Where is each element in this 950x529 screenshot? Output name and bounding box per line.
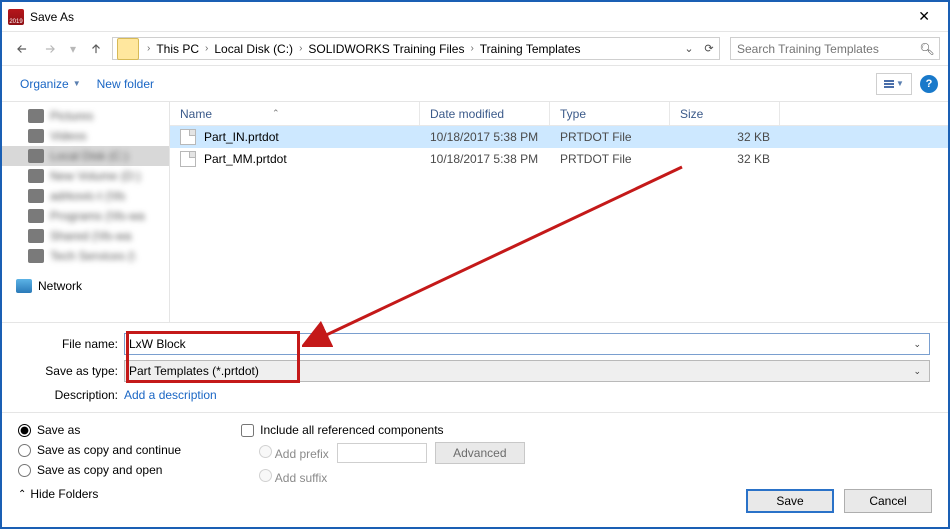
description-label: Description: (12, 388, 124, 402)
file-row[interactable]: Part_MM.prtdot 10/18/2017 5:38 PM PRTDOT… (170, 148, 948, 170)
filename-input[interactable] (129, 337, 909, 351)
include-references-checkbox[interactable]: Include all referenced components (241, 423, 525, 437)
col-name[interactable]: Name⌃ (170, 102, 420, 125)
sort-indicator-icon: ⌃ (272, 108, 280, 119)
file-icon (180, 129, 196, 145)
breadcrumb-seg[interactable]: Training Templates (476, 40, 585, 58)
cancel-button[interactable]: Cancel (844, 489, 932, 513)
search-box[interactable]: 🔍︎ (730, 37, 940, 60)
col-date[interactable]: Date modified (420, 102, 550, 125)
advanced-button: Advanced (435, 442, 525, 464)
navigation-pane: Pictures Videos Local Disk (C:) New Volu… (2, 102, 170, 322)
filename-field[interactable]: ⌄ (124, 333, 930, 355)
sidebar-item[interactable]: Local Disk (C:) (2, 146, 169, 166)
up-button[interactable] (84, 37, 108, 61)
explorer-body: Pictures Videos Local Disk (C:) New Volu… (2, 102, 948, 322)
radio-add-suffix: Add suffix (259, 469, 327, 485)
sidebar-item[interactable]: New Volume (D:) (2, 166, 169, 186)
col-size[interactable]: Size (670, 102, 780, 125)
savetype-value: Part Templates (*.prtdot) (129, 364, 259, 378)
radio-save-copy-open[interactable]: Save as copy and open (18, 463, 181, 477)
file-row[interactable]: Part_IN.prtdot 10/18/2017 5:38 PM PRTDOT… (170, 126, 948, 148)
sidebar-item[interactable]: Programs (\\fs-wa (2, 206, 169, 226)
close-button[interactable]: ✕ (906, 4, 942, 29)
back-button[interactable] (10, 37, 34, 61)
breadcrumb: › This PC › Local Disk (C:) › SOLIDWORKS… (143, 37, 679, 60)
sidebar-item[interactable]: adrkovic-t (\\fs (2, 186, 169, 206)
title-bar: 2019 Save As ✕ (2, 2, 948, 32)
window-title: Save As (30, 10, 74, 24)
radio-save-as[interactable]: Save as (18, 423, 181, 437)
breadcrumb-seg[interactable]: SOLIDWORKS Training Files (304, 40, 468, 58)
sidebar-item[interactable]: Pictures (2, 106, 169, 126)
search-input[interactable] (731, 42, 915, 56)
hide-folders-toggle[interactable]: ⌃Hide Folders (18, 487, 181, 501)
chevron-right-icon[interactable]: › (468, 43, 475, 54)
forward-button[interactable] (38, 37, 62, 61)
chevron-right-icon[interactable]: › (297, 43, 304, 54)
chevron-right-icon[interactable]: › (145, 43, 152, 54)
address-dropdown[interactable]: ⌄ (679, 42, 699, 55)
file-icon (180, 151, 196, 167)
sidebar-network[interactable]: ›Network (2, 276, 169, 296)
sidebar-item[interactable]: Videos (2, 126, 169, 146)
radio-save-copy-continue[interactable]: Save as copy and continue (18, 443, 181, 457)
toolbar: Organize▼ New folder ▼ ? (2, 66, 948, 102)
breadcrumb-seg[interactable]: This PC (152, 40, 203, 58)
refresh-button[interactable]: ⟳ (699, 42, 719, 55)
search-icon[interactable]: 🔍︎ (915, 42, 939, 56)
organize-menu[interactable]: Organize▼ (12, 73, 89, 95)
save-button[interactable]: Save (746, 489, 834, 513)
dialog-actions: Save Cancel (746, 489, 932, 513)
folder-icon (117, 38, 139, 60)
view-options-button[interactable]: ▼ (876, 73, 912, 95)
file-list: Name⌃ Date modified Type Size Part_IN.pr… (170, 102, 948, 322)
col-type[interactable]: Type (550, 102, 670, 125)
savetype-label: Save as type: (12, 364, 124, 378)
filename-label: File name: (12, 337, 124, 351)
breadcrumb-seg[interactable]: Local Disk (C:) (210, 40, 297, 58)
savetype-dropdown[interactable]: ⌄ (909, 366, 925, 377)
savetype-field[interactable]: Part Templates (*.prtdot) ⌄ (124, 360, 930, 382)
nav-row: ▾ › This PC › Local Disk (C:) › SOLIDWOR… (2, 32, 948, 66)
chevron-up-icon: ⌃ (18, 489, 26, 500)
filename-history-dropdown[interactable]: ⌄ (909, 339, 925, 350)
sidebar-item[interactable]: Shared (\\fs-wa (2, 226, 169, 246)
app-icon: 2019 (8, 9, 24, 25)
sidebar-item[interactable]: Tech Services (\ (2, 246, 169, 266)
prefix-suffix-input (337, 443, 427, 463)
chevron-right-icon[interactable]: › (2, 281, 8, 291)
save-form: File name: ⌄ Save as type: Part Template… (2, 322, 948, 412)
recent-dropdown[interactable]: ▾ (66, 37, 80, 61)
add-description-link[interactable]: Add a description (124, 388, 217, 402)
address-bar[interactable]: › This PC › Local Disk (C:) › SOLIDWORKS… (112, 37, 720, 60)
new-folder-button[interactable]: New folder (89, 73, 162, 95)
column-headers: Name⌃ Date modified Type Size (170, 102, 948, 126)
chevron-right-icon[interactable]: › (203, 43, 210, 54)
help-button[interactable]: ? (920, 75, 938, 93)
radio-add-prefix: Add prefix (259, 445, 329, 461)
